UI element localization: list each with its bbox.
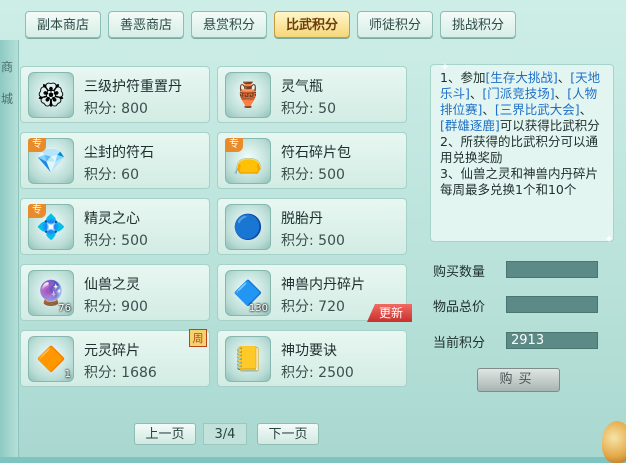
item-name: 精灵之心	[84, 211, 140, 227]
item-slot: 📒	[225, 336, 271, 382]
item-score: 积分: 500	[281, 167, 345, 183]
item-score: 积分: 500	[281, 233, 345, 249]
item-card[interactable]: 🏵 三级护符重置丹 积分: 800	[20, 66, 210, 123]
side-char-1: 商	[1, 60, 14, 74]
tab-dungeon-shop[interactable]: 副本商店	[25, 11, 101, 38]
item-name: 脱胎丹	[281, 211, 323, 227]
item-name: 尘封的符石	[84, 145, 154, 161]
exclusive-badge: 专	[225, 138, 243, 152]
item-card[interactable]: 📒 神功要诀 积分: 2500	[217, 330, 407, 387]
item-slot: 🔶 1	[28, 336, 74, 382]
current-points-label: 当前积分	[433, 336, 486, 351]
activity-link[interactable]: [生存大挑战]	[485, 70, 557, 85]
item-card[interactable]: 💎 专 尘封的符石 积分: 60	[20, 132, 210, 189]
item-slot: 🏺	[225, 72, 271, 118]
exclusive-badge: 专	[28, 204, 46, 218]
item-slot: 🔵	[225, 204, 271, 250]
item-card[interactable]: 🔮 76 仙兽之灵 积分: 900	[20, 264, 210, 321]
item-slot: 🏵	[28, 72, 74, 118]
spirit-heart-icon: 💠	[36, 213, 66, 241]
weekly-tag: 周	[189, 329, 207, 347]
next-page-button[interactable]: 下一页	[257, 423, 319, 445]
current-points-field: 2913	[506, 332, 598, 349]
activity-link[interactable]: [门派竞技场]	[482, 86, 554, 101]
rune-fragment-bag-icon: 👝	[233, 147, 263, 175]
item-name: 仙兽之灵	[84, 277, 140, 293]
golden-charm-icon: 🏵	[35, 81, 67, 109]
item-quantity: 130	[248, 303, 268, 314]
total-price-field	[506, 296, 598, 313]
item-quantity: 1	[64, 369, 71, 380]
item-score: 积分: 800	[84, 101, 148, 117]
item-score: 积分: 720	[281, 299, 345, 315]
quantity-input[interactable]	[506, 261, 598, 278]
item-score: 积分: 50	[281, 101, 336, 117]
tab-challenge-points[interactable]: 挑战积分	[440, 11, 516, 38]
item-quantity: 76	[58, 303, 71, 314]
buy-button[interactable]: 购买	[477, 368, 560, 392]
item-card[interactable]: 👝 专 符石碎片包 积分: 500	[217, 132, 407, 189]
item-slot: 💠 专	[28, 204, 74, 250]
item-score: 积分: 2500	[281, 365, 354, 381]
exclusive-badge: 专	[28, 138, 46, 152]
item-name: 三级护符重置丹	[84, 79, 182, 95]
item-card[interactable]: 🏺 灵气瓶 积分: 50	[217, 66, 407, 123]
tab-karma-shop[interactable]: 善恶商店	[108, 11, 184, 38]
item-card[interactable]: 🔷 130 神兽内丹碎片 积分: 720 更新	[217, 264, 412, 322]
rebirth-pill-icon: 🔵	[233, 213, 263, 241]
side-panel-edge: 商 城	[0, 40, 19, 457]
item-card[interactable]: 💠 专 精灵之心 积分: 500	[20, 198, 210, 255]
divine-beast-core-shard-icon: 🔷	[233, 279, 263, 307]
page-indicator: 3/4	[203, 423, 247, 445]
spirit-bottle-icon: 🏺	[233, 81, 263, 109]
new-ribbon: 更新	[366, 304, 412, 322]
side-char-2: 城	[1, 92, 14, 106]
sparkle-icon: ✦	[604, 232, 615, 246]
prev-page-button[interactable]: 上一页	[134, 423, 196, 445]
item-slot: 👝 专	[225, 138, 271, 184]
yuanling-fragment-icon: 🔶	[36, 345, 66, 373]
item-score: 积分: 900	[84, 299, 148, 315]
item-name: 符石碎片包	[281, 145, 351, 161]
total-price-label: 物品总价	[433, 300, 486, 315]
activity-link[interactable]: [群雄逐鹿]	[440, 118, 500, 133]
item-slot: 🔷 130	[225, 270, 271, 316]
item-name: 神兽内丹碎片	[281, 277, 365, 293]
item-name: 神功要诀	[281, 343, 337, 359]
item-name: 灵气瓶	[281, 79, 323, 95]
beast-spirit-orb-icon: 🔮	[36, 279, 66, 307]
tab-tournament-points[interactable]: 比武积分	[274, 11, 350, 38]
quantity-label: 购买数量	[433, 265, 486, 280]
sparkle-icon: ✦	[440, 60, 451, 74]
item-card[interactable]: 🔵 脱胎丹 积分: 500	[217, 198, 407, 255]
item-slot: 💎 专	[28, 138, 74, 184]
tab-mentor-points[interactable]: 师徒积分	[357, 11, 433, 38]
activity-link[interactable]: [三界比武大会]	[495, 102, 580, 117]
tab-bounty-points[interactable]: 悬赏积分	[191, 11, 267, 38]
skill-book-icon: 📒	[233, 345, 263, 373]
item-name: 元灵碎片	[84, 343, 140, 359]
item-slot: 🔮 76	[28, 270, 74, 316]
item-card[interactable]: 🔶 1 元灵碎片 积分: 1686 周	[20, 329, 210, 387]
item-score: 积分: 1686	[84, 365, 157, 381]
rules-description: 1、参加[生存大挑战]、[天地乐斗]、[门派竞技场]、[人物排位赛]、[三界比武…	[430, 64, 614, 242]
item-score: 积分: 60	[84, 167, 139, 183]
item-score: 积分: 500	[84, 233, 148, 249]
sealed-rune-stone-icon: 💎	[36, 147, 66, 175]
